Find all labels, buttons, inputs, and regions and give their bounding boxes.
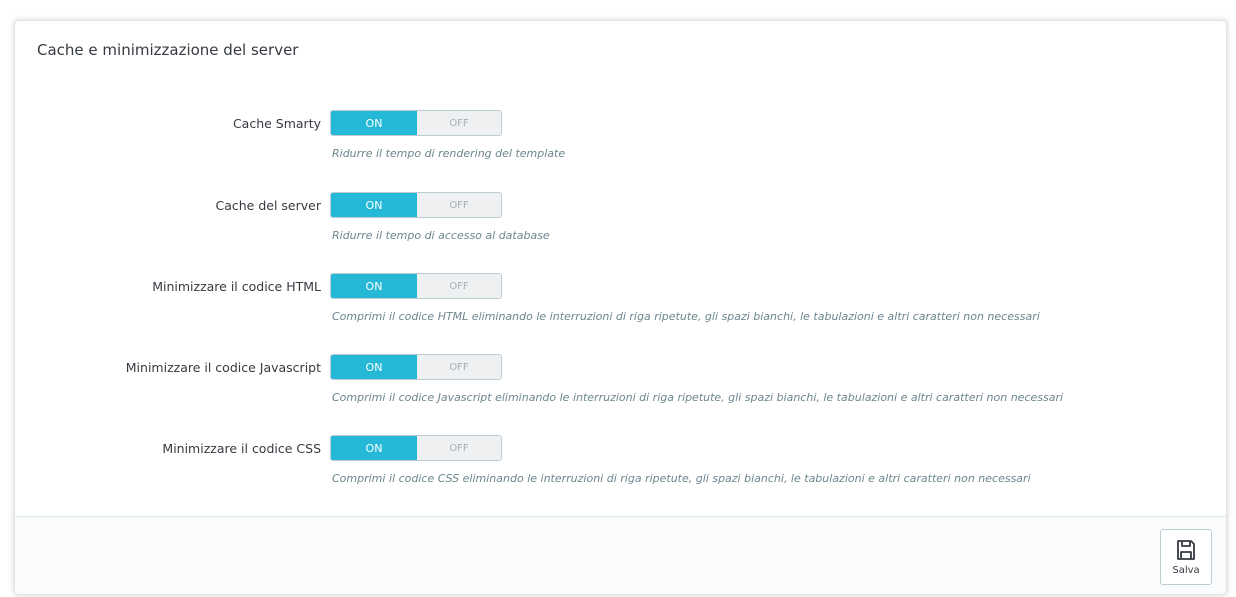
help-minify-js: Comprimi il codice Javascript eliminando…	[332, 391, 1064, 404]
settings-panel: Cache e minimizzazione del server Cache …	[14, 20, 1227, 595]
switch-cache-server[interactable]: ON OFF	[330, 192, 502, 218]
switch-on-option[interactable]: ON	[331, 436, 417, 460]
label-cache-server: Cache del server	[215, 198, 322, 213]
help-minify-css: Comprimi il codice CSS eliminando le int…	[332, 472, 1031, 485]
switch-on-option[interactable]: ON	[331, 355, 417, 379]
switch-on-option[interactable]: ON	[331, 111, 417, 135]
save-label: Salva	[1172, 565, 1200, 576]
help-cache-server: Ridurre il tempo di accesso al database	[332, 229, 550, 242]
switch-off-option[interactable]: OFF	[417, 274, 501, 298]
panel-footer: Salva	[15, 516, 1226, 594]
form-group-cache-server: Cache del server ON OFF Ridurre il tempo…	[15, 192, 1226, 252]
save-button[interactable]: Salva	[1160, 529, 1212, 585]
switch-cache-smarty[interactable]: ON OFF	[330, 110, 502, 136]
floppy-disk-icon	[1177, 540, 1195, 560]
label-minify-html: Minimizzare il codice HTML	[152, 279, 321, 294]
label-minify-css: Minimizzare il codice CSS	[162, 441, 321, 456]
switch-on-option[interactable]: ON	[331, 193, 417, 217]
form-group-minify-html: Minimizzare il codice HTML ON OFF Compri…	[15, 273, 1226, 333]
switch-off-option[interactable]: OFF	[417, 193, 501, 217]
switch-off-option[interactable]: OFF	[417, 436, 501, 460]
form-group-cache-smarty: Cache Smarty ON OFF Ridurre il tempo di …	[15, 110, 1226, 170]
switch-minify-css[interactable]: ON OFF	[330, 435, 502, 461]
switch-on-option[interactable]: ON	[331, 274, 417, 298]
help-cache-smarty: Ridurre il tempo di rendering del templa…	[332, 147, 566, 160]
label-cache-smarty: Cache Smarty	[232, 116, 321, 131]
form-group-minify-js: Minimizzare il codice Javascript ON OFF …	[15, 354, 1226, 414]
panel-title: Cache e minimizzazione del server	[37, 41, 299, 59]
help-minify-html: Comprimi il codice HTML eliminando le in…	[332, 310, 1040, 323]
switch-off-option[interactable]: OFF	[417, 355, 501, 379]
label-minify-js: Minimizzare il codice Javascript	[125, 360, 321, 375]
switch-minify-js[interactable]: ON OFF	[330, 354, 502, 380]
switch-minify-html[interactable]: ON OFF	[330, 273, 502, 299]
form-group-minify-css: Minimizzare il codice CSS ON OFF Comprim…	[15, 435, 1226, 495]
switch-off-option[interactable]: OFF	[417, 111, 501, 135]
